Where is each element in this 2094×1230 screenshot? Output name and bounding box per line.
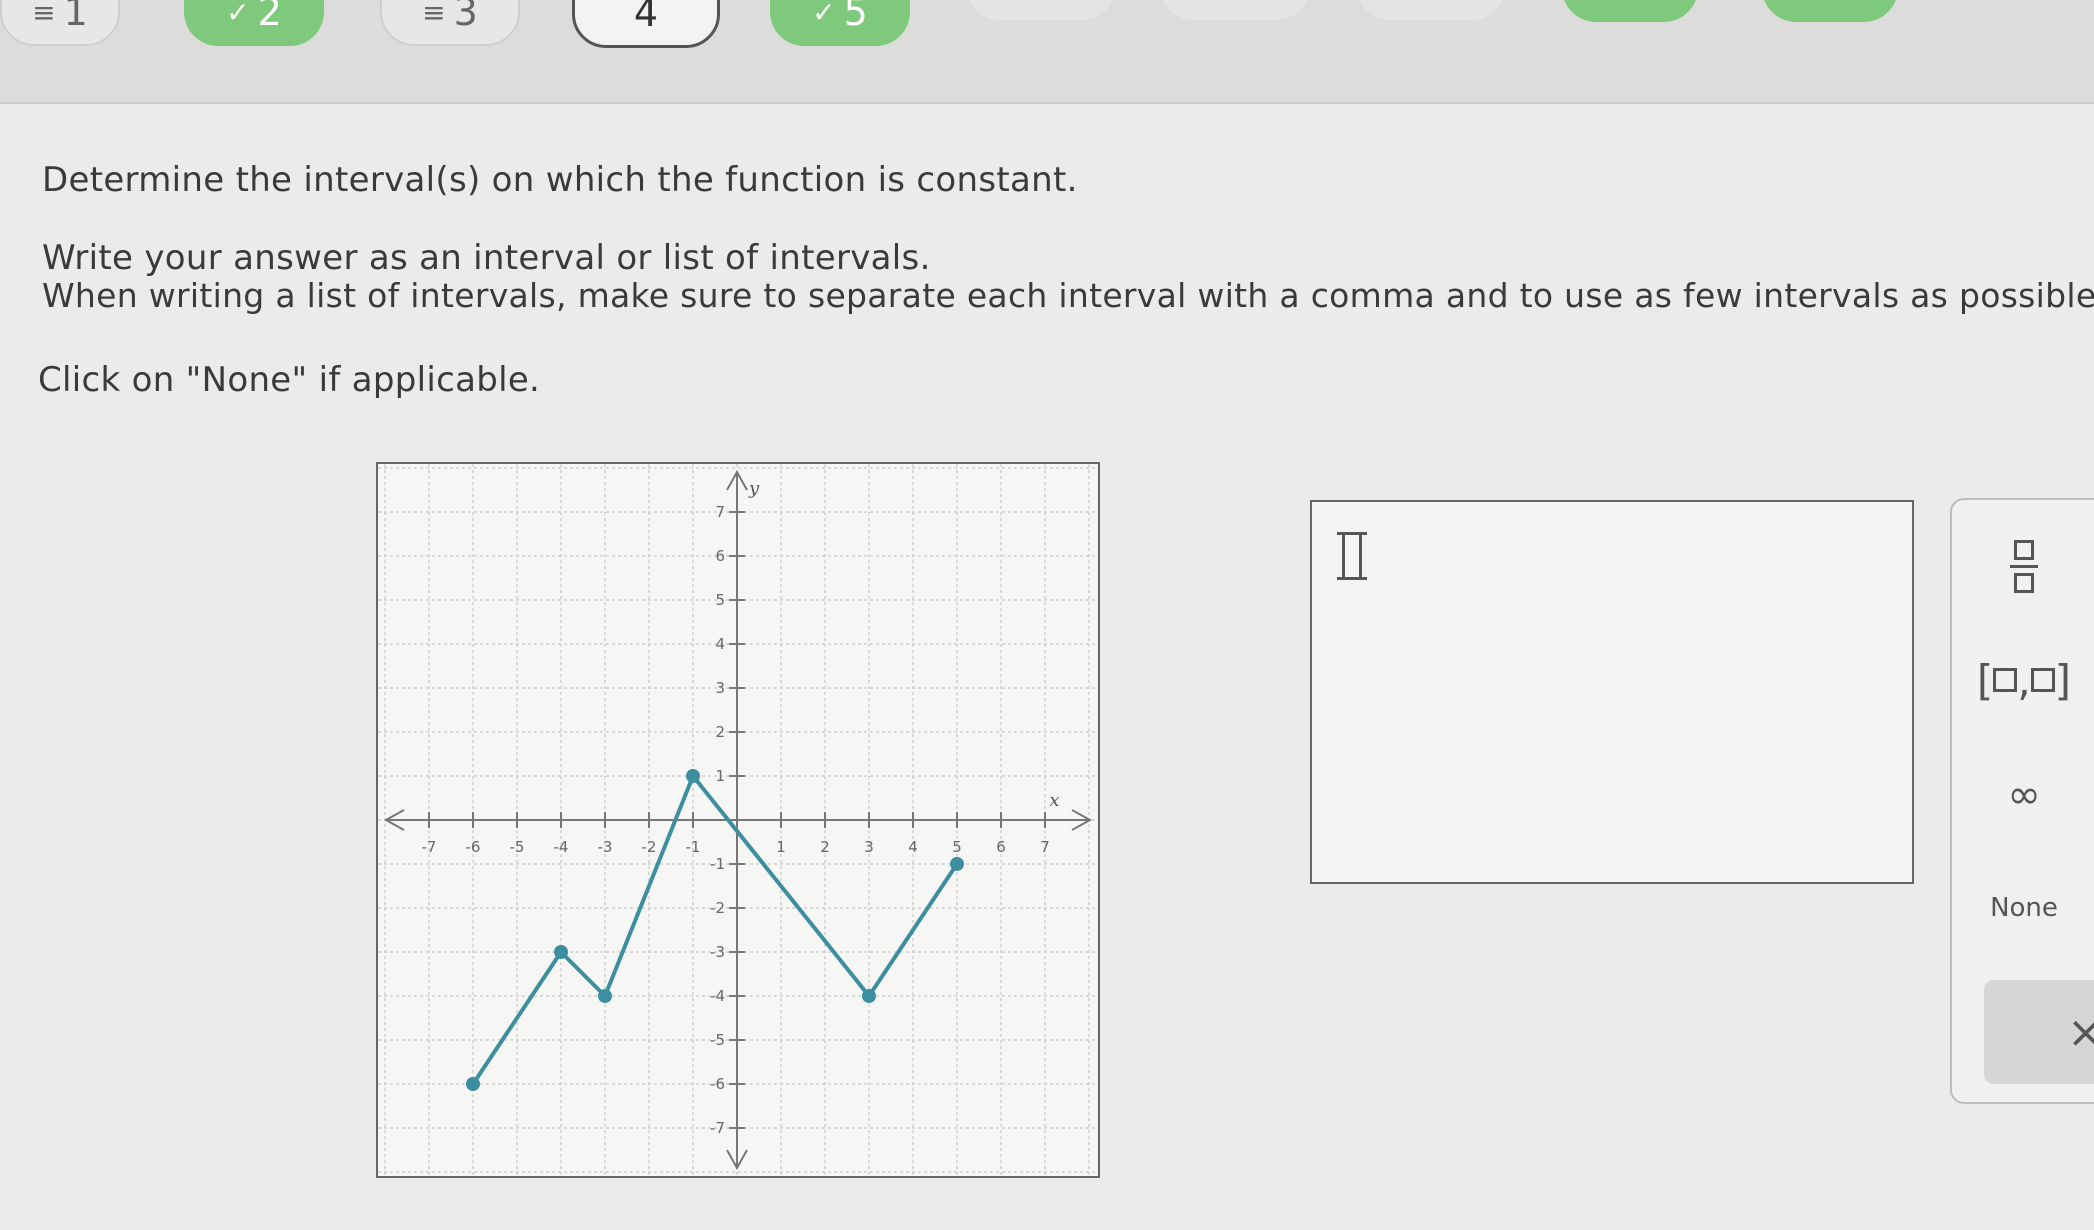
numerator-slot-icon: [2014, 539, 2034, 560]
y-tick-label: -2: [710, 899, 725, 917]
graph-canvas: -7 -6 -5 -4 -3 -2 -1 1 2 3 4 5 6 7 -7 -6 -5 -4 -3 -2 -1 1 2 3 4 5…: [378, 464, 1098, 1176]
x-tick-label: 4: [908, 838, 918, 856]
function-graph: -7 -6 -5 -4 -3 -2 -1 1 2 3 4 5 6 7 -7 -6 -5 -4 -3 -2 -1 1 2 3 4 5…: [376, 462, 1100, 1178]
x-axis-label: x: [1049, 790, 1059, 811]
question-instruction: Determine the interval(s) on which the f…: [42, 160, 1078, 200]
y-tick-label: 5: [715, 591, 725, 609]
check-icon: ✓: [812, 0, 836, 29]
y-tick-label: 7: [715, 503, 725, 521]
clear-key[interactable]: ×: [1984, 980, 2094, 1084]
check-icon: ✓: [226, 0, 250, 29]
y-tick-label: -3: [710, 943, 725, 961]
question-6-tab[interactable]: 6: [966, 0, 1116, 20]
y-tick-label: -5: [710, 1031, 725, 1049]
graph-point: [466, 1077, 480, 1091]
none-instruction: Click on "None" if applicable.: [38, 360, 541, 400]
math-keypad: [,] ∞ None ×: [1950, 498, 2094, 1104]
fraction-bar-icon: [2010, 564, 2038, 568]
answered-icon: ≡: [32, 0, 56, 29]
y-tick-label: 4: [715, 635, 725, 653]
y-tick-label: 2: [715, 723, 725, 741]
question-4-tab[interactable]: 4: [572, 0, 720, 48]
close-icon: ×: [2067, 1006, 2094, 1058]
x-tick-label: 3: [864, 838, 874, 856]
answered-icon: ≡: [422, 0, 446, 29]
x-tick-label: 1: [776, 838, 786, 856]
x-tick-label: -2: [642, 838, 657, 856]
graph-point: [686, 769, 700, 783]
closed-interval-key[interactable]: [,]: [1952, 640, 2094, 720]
question-7-tab[interactable]: 7: [1160, 0, 1310, 20]
answer-input-box[interactable]: [1310, 500, 1914, 884]
interval-end-slot-icon: [2030, 668, 2055, 692]
none-key[interactable]: None: [1952, 868, 2094, 948]
y-tick-label: 1: [715, 767, 725, 785]
question-4-label: 4: [633, 0, 659, 35]
x-tick-label: -7: [422, 838, 437, 856]
question-navigation-bar: ≡1 ✓2 ≡3 4 ✓5 6 7 8: [0, 0, 2094, 104]
x-tick-label: 7: [1040, 838, 1050, 856]
question-9-tab[interactable]: [1562, 0, 1698, 22]
open-bracket-icon: [: [1976, 655, 1994, 705]
y-tick-label: -1: [710, 855, 725, 873]
question-8-label: 8: [1419, 0, 1443, 8]
interval-start-slot-icon: [1993, 668, 2018, 692]
x-tick-label: 6: [996, 838, 1006, 856]
x-tick-label: -1: [686, 838, 701, 856]
interval-list-instruction: When writing a list of intervals, make s…: [42, 276, 2094, 315]
question-7-label: 7: [1223, 0, 1247, 8]
y-tick-label: 3: [715, 679, 725, 697]
y-tick-label: -7: [710, 1119, 725, 1137]
y-tick-label: -6: [710, 1075, 725, 1093]
y-axis-label: y: [748, 478, 760, 499]
question-10-tab[interactable]: [1762, 0, 1898, 22]
question-2-tab[interactable]: ✓ 2: [184, 0, 324, 46]
question-5-tab[interactable]: ✓ 5: [770, 0, 910, 46]
input-cursor-icon: [1337, 532, 1367, 580]
graph-point: [950, 857, 964, 871]
denominator-slot-icon: [2014, 572, 2034, 593]
y-tick-label: 6: [715, 547, 725, 565]
x-tick-label: -6: [466, 838, 481, 856]
y-tick-label: -4: [710, 987, 725, 1005]
graph-point: [598, 989, 612, 1003]
question-5-label: 5: [843, 0, 868, 34]
x-tick-label: 2: [820, 838, 830, 856]
interval-comma: ,: [2017, 655, 2031, 705]
question-8-tab[interactable]: 8: [1356, 0, 1506, 20]
x-tick-label: -5: [510, 838, 525, 856]
infinity-key[interactable]: ∞: [1952, 750, 2094, 840]
question-3-label: 3: [453, 0, 478, 34]
question-3-tab[interactable]: ≡ 3: [380, 0, 520, 46]
question-2-label: 2: [257, 0, 282, 34]
x-tick-label: 5: [952, 838, 962, 856]
question-1-tab[interactable]: ≡ 1: [0, 0, 120, 46]
none-key-label: None: [1990, 893, 2058, 923]
question-1-label: 1: [63, 0, 88, 34]
close-bracket-icon: ]: [2054, 655, 2072, 705]
question-6-label: 6: [1029, 0, 1053, 8]
graph-point: [554, 945, 568, 959]
answer-format-instruction: Write your answer as an interval or list…: [42, 238, 931, 278]
fraction-key[interactable]: [1952, 524, 2094, 608]
x-tick-label: -4: [554, 838, 569, 856]
infinity-icon: ∞: [2007, 772, 2041, 818]
x-tick-label: -3: [598, 838, 613, 856]
graph-point: [862, 989, 876, 1003]
